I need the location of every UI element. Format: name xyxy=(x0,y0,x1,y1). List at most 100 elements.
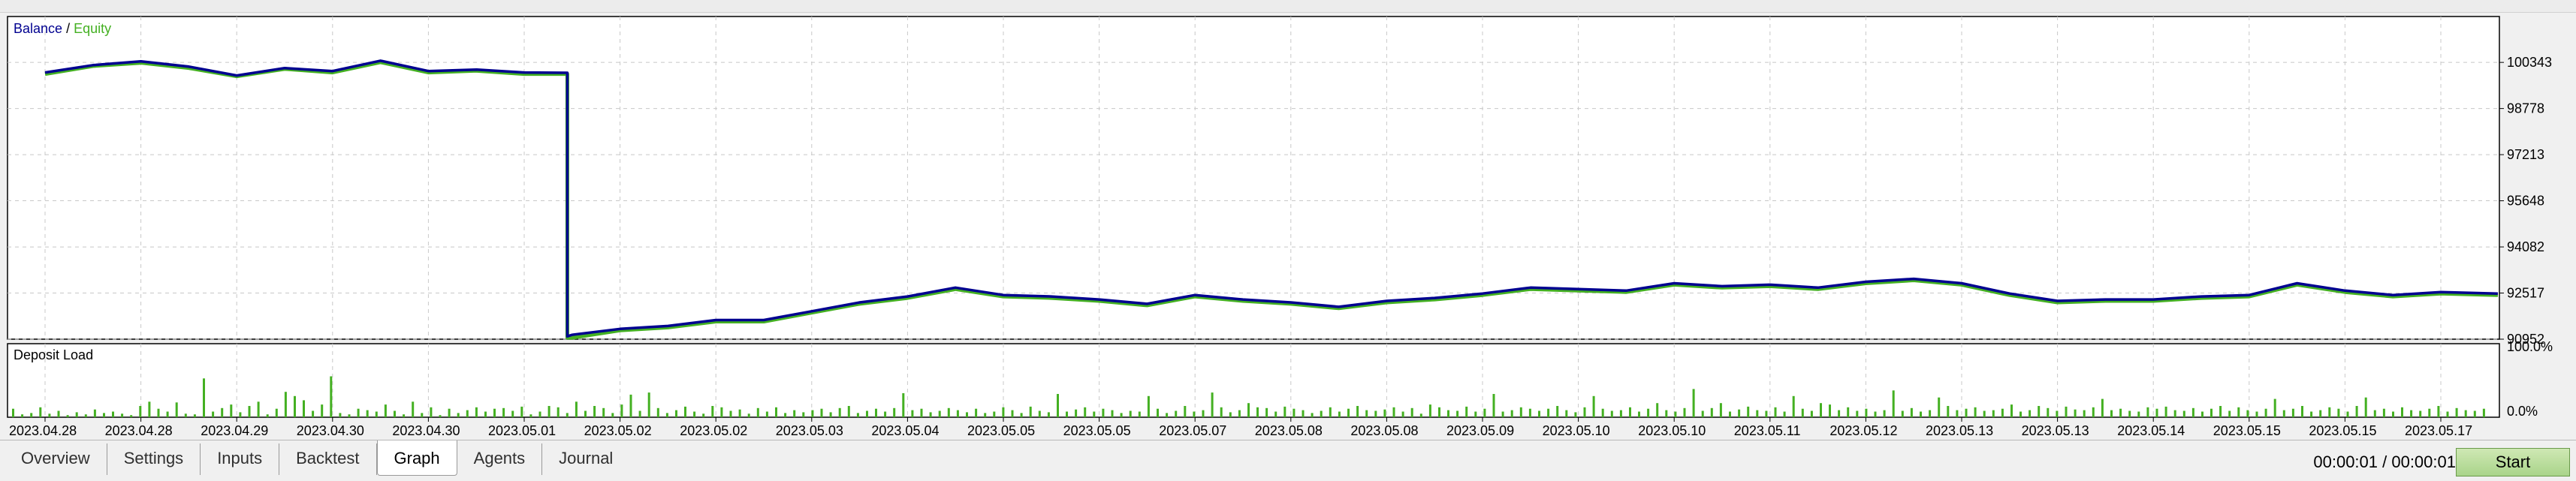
deposit-load-bar xyxy=(2364,397,2367,417)
deposit-load-bar xyxy=(1392,407,1395,417)
time-x-axis: 2023.04.28 2023.04.28 2023.04.29 2023.04.30… xyxy=(9,417,2472,438)
deposit-load-bar xyxy=(647,392,650,417)
deposit-load-bar xyxy=(1365,410,1368,417)
deposit-load-bar xyxy=(1865,408,1868,417)
x-tick-label: 2023.05.13 xyxy=(1926,423,1993,438)
deposit-load-bar xyxy=(2101,398,2104,417)
deposit-load-bar xyxy=(1683,407,1686,417)
deposit-load-bar xyxy=(66,415,69,417)
x-tick-label: 2023.05.07 xyxy=(1159,423,1226,438)
deposit-load-bar xyxy=(1547,408,1550,417)
deposit-load-bar xyxy=(765,411,768,417)
deposit-load-bar xyxy=(1892,390,1895,417)
x-tick-label: 2023.05.08 xyxy=(1255,423,1323,438)
deposit-load-bar xyxy=(2146,407,2149,417)
deposit-load-bar xyxy=(457,413,460,417)
deposit-load-bar xyxy=(1093,411,1096,417)
legend-separator: / xyxy=(62,21,74,36)
deposit-load-bar xyxy=(1256,407,1259,417)
deposit-load-bar xyxy=(448,408,451,417)
tab-agents[interactable]: Agents xyxy=(457,443,543,475)
deposit-load-bar xyxy=(1211,392,1214,417)
deposit-load-bar xyxy=(866,410,868,417)
deposit-load-bar xyxy=(1965,408,1968,417)
deposit-load-bar xyxy=(39,407,42,417)
deposit-load-bar xyxy=(1710,407,1713,417)
deposit-load-bar xyxy=(357,408,360,417)
deposit-load-bar xyxy=(1519,407,1522,417)
deposit-load-bar xyxy=(929,412,932,417)
deposit-load-bar xyxy=(2310,411,2313,417)
deposit-load-bar xyxy=(2074,409,2077,417)
deposit-load-bar xyxy=(121,413,124,417)
deposit-load-bar xyxy=(2291,408,2294,417)
deposit-load-bar xyxy=(793,410,796,417)
deposit-load-bar xyxy=(2092,407,2095,417)
deposit-load-bar xyxy=(257,401,260,417)
deposit-load-bar xyxy=(1792,395,1795,417)
y-tick-label: 95648 xyxy=(2507,194,2544,209)
deposit-load-bar xyxy=(1774,407,1777,417)
deposit-load-bar xyxy=(1619,410,1622,417)
balance-panel xyxy=(7,16,2500,340)
deposit-load-bar xyxy=(1656,403,1659,417)
deposit-load-bar xyxy=(2392,411,2394,417)
deposit-load-bar xyxy=(1066,411,1068,417)
deposit-load-bar xyxy=(2464,410,2467,417)
tab-inputs[interactable]: Inputs xyxy=(201,443,280,475)
tab-graph[interactable]: Graph xyxy=(376,440,457,476)
deposit-load-bar xyxy=(1038,410,1041,417)
deposit-load-bar xyxy=(2419,410,2422,417)
deposit-load-bar xyxy=(2337,408,2340,417)
deposit-load-bar xyxy=(966,412,968,417)
deposit-load-bar xyxy=(1574,412,1577,417)
deposit-load-bar xyxy=(403,414,406,417)
y-tick-label: 98778 xyxy=(2507,101,2544,116)
deposit-load-bar xyxy=(1138,411,1141,417)
deposit-load-bar xyxy=(1238,410,1241,417)
x-tick-label: 2023.05.05 xyxy=(967,423,1035,438)
deposit-load-bar xyxy=(1701,410,1704,417)
deposit-load-bar xyxy=(838,407,841,417)
start-button[interactable]: Start xyxy=(2456,448,2570,476)
deposit-load-bar xyxy=(2228,410,2231,417)
deposit-load-bar xyxy=(511,410,514,417)
tab-overview[interactable]: Overview xyxy=(5,443,107,475)
deposit-load-bar xyxy=(729,410,732,417)
deposit-load-bar xyxy=(2301,406,2303,417)
deposit-load-bar xyxy=(1438,407,1440,417)
deposit-load-bar xyxy=(738,409,741,417)
deposit-load-bar xyxy=(1084,407,1087,417)
deposit-load-bar xyxy=(2001,408,2004,417)
x-tick-label: 2023.05.09 xyxy=(1446,423,1514,438)
deposit-load-bar xyxy=(2328,407,2331,417)
deposit-load-bar xyxy=(1283,406,1286,417)
deposit-load-bar xyxy=(1510,410,1513,417)
deposit-load-bar xyxy=(1293,408,1296,417)
tab-journal[interactable]: Journal xyxy=(542,443,629,475)
deposit-load-bar xyxy=(12,408,14,417)
deposit-load-bar xyxy=(602,407,605,417)
deposit-load-bar xyxy=(266,414,269,417)
deposit-load-bar xyxy=(1029,406,1032,417)
tab-backtest[interactable]: Backtest xyxy=(279,443,377,475)
deposit-load-bar xyxy=(321,404,324,417)
deposit-load-bar xyxy=(856,413,859,417)
deposit-load-bar xyxy=(711,406,714,417)
deposit-load-bar xyxy=(175,402,178,417)
legend-equity: Equity xyxy=(74,21,111,36)
deposit-load-bar xyxy=(575,401,578,417)
deposit-load-bar xyxy=(1247,403,1250,417)
deposit-load-bar xyxy=(557,407,560,417)
deposit-load-bar xyxy=(2155,408,2158,417)
deposit-load-bar xyxy=(1665,410,1668,417)
deposit-load-bar xyxy=(2264,408,2267,417)
deposit-load-bar xyxy=(1638,411,1640,417)
deposit-load-bar xyxy=(75,412,78,417)
deposit-load-bar xyxy=(1901,410,1904,417)
tab-settings[interactable]: Settings xyxy=(107,443,201,475)
deposit-load-bar xyxy=(884,411,887,417)
y-tick-label: 94082 xyxy=(2507,239,2544,254)
deposit-load-bar xyxy=(2455,407,2458,417)
deposit-load-bar xyxy=(784,413,787,417)
